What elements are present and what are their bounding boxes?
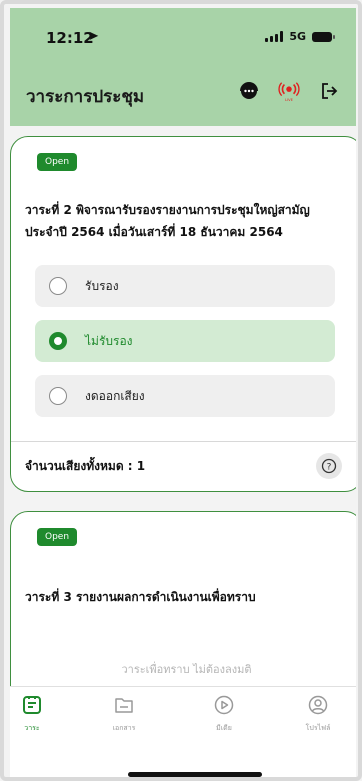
- question-icon: ?: [321, 458, 337, 474]
- agenda-question: วาระที่ 2 พิจารณารับรองรายงานการประชุมให…: [25, 203, 310, 239]
- bottom-tab-bar: วาระ เอกสาร มีเดีย โปรไฟล์: [10, 686, 356, 748]
- home-indicator-area: [10, 748, 356, 778]
- tab-agenda[interactable]: วาระ: [2, 693, 62, 734]
- svg-text:LIVE: LIVE: [285, 98, 294, 102]
- info-note: วาระเพื่อทราบ ไม่ต้องลงมติ: [121, 663, 252, 676]
- status-bar: 12:12 ➤ 5G: [10, 8, 356, 64]
- support-chat-icon[interactable]: [238, 80, 260, 102]
- tab-label: มีเดีย: [216, 724, 232, 732]
- radio-button-selected[interactable]: [49, 332, 67, 350]
- svg-text:?: ?: [327, 463, 332, 473]
- logout-icon[interactable]: [318, 80, 340, 102]
- radio-button[interactable]: [49, 277, 67, 295]
- vote-option-approve[interactable]: รับรอง: [35, 265, 335, 307]
- help-button[interactable]: ?: [316, 453, 342, 479]
- vote-option-abstain[interactable]: งดออกเสียง: [35, 375, 335, 417]
- status-badge: Open: [37, 153, 78, 171]
- page-title: วาระการประชุม: [26, 87, 145, 107]
- folder-icon: [115, 698, 133, 713]
- status-badge: Open: [37, 528, 78, 546]
- tab-documents[interactable]: เอกสาร: [94, 693, 154, 734]
- agenda-question: วาระที่ 3 รายงานผลการดำเนินงานเพื่อทราบ: [25, 590, 256, 604]
- live-broadcast-icon[interactable]: LIVE: [278, 80, 300, 102]
- card-footer: จำนวนเสียงทั้งหมด : 1 ?: [11, 441, 356, 493]
- option-label: ไม่รับรอง: [85, 333, 133, 348]
- agenda-icon: [23, 696, 41, 714]
- tab-media[interactable]: มีเดีย: [194, 693, 254, 734]
- status-time: 12:12: [46, 29, 94, 47]
- tab-profile[interactable]: โปรไฟล์: [288, 693, 348, 734]
- option-label: งดออกเสียง: [85, 388, 145, 403]
- play-icon: [214, 695, 234, 715]
- option-label: รับรอง: [85, 278, 119, 293]
- profile-icon: [308, 695, 328, 715]
- vote-count: จำนวนเสียงทั้งหมด : 1: [25, 459, 146, 473]
- tab-label: เอกสาร: [112, 724, 136, 732]
- radio-button[interactable]: [49, 387, 67, 405]
- agenda-card: Open วาระที่ 2 พิจารณารับรองรายงานการประ…: [10, 136, 356, 492]
- vote-option-disapprove[interactable]: ไม่รับรอง: [35, 320, 335, 362]
- network-label: 5G: [289, 30, 306, 43]
- location-arrow-icon: ➤: [88, 29, 99, 44]
- signal-icon: [265, 31, 284, 42]
- app-header: 12:12 ➤ 5G วาระการประชุม LIVE: [10, 8, 356, 126]
- home-indicator: [128, 772, 262, 777]
- agenda-card: Open วาระที่ 3 รายงานผลการดำเนินงานเพื่อ…: [10, 511, 356, 686]
- status-indicators: 5G: [265, 30, 335, 43]
- battery-icon: [312, 31, 335, 42]
- tab-label: วาระ: [24, 724, 40, 732]
- tab-label: โปรไฟล์: [305, 724, 331, 732]
- header-actions: LIVE: [238, 80, 340, 102]
- agenda-list[interactable]: Open วาระที่ 2 พิจารณารับรองรายงานการประ…: [10, 126, 356, 686]
